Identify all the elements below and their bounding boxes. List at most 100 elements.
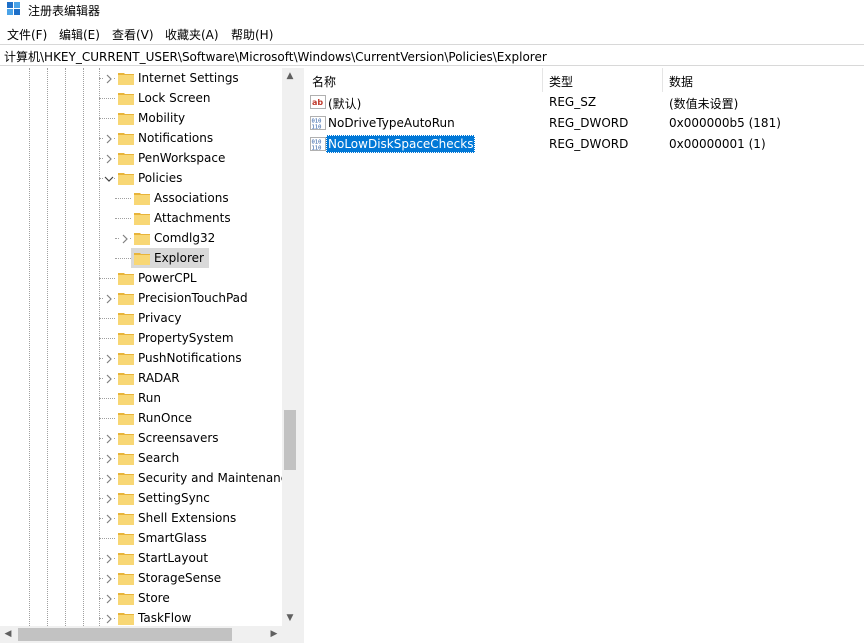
- tree-item[interactable]: Lock Screen: [0, 88, 282, 108]
- value-row[interactable]: 010 110 NoDriveTypeAutoRun REG_DWORD 0x00000…: [304, 113, 864, 134]
- tree-item-label: Mobility: [138, 111, 186, 125]
- chevron-right-icon[interactable]: [104, 553, 114, 564]
- tree-vertical-scrollbar[interactable]: ▲ ▼: [282, 68, 298, 626]
- tree-item-label: StartLayout: [138, 551, 209, 565]
- folder-icon: [118, 451, 134, 465]
- tree-item-label: Shell Extensions: [138, 511, 237, 525]
- column-header-data[interactable]: 数据: [669, 73, 693, 90]
- registry-editor-app-icon: [7, 2, 20, 15]
- list-header: 名称 类型 数据: [304, 68, 864, 92]
- value-row[interactable]: ab (默认) REG_SZ (数值未设置): [304, 92, 864, 113]
- key-tree[interactable]: Internet Settings Lock Screen Mobility Noti…: [0, 68, 298, 626]
- folder-icon: [118, 111, 134, 125]
- value-name[interactable]: (默认): [328, 95, 361, 112]
- tree-item[interactable]: Mobility: [0, 108, 282, 128]
- svg-text:110: 110: [312, 125, 322, 131]
- chevron-down-icon[interactable]: [104, 173, 114, 183]
- svg-text:ab: ab: [312, 98, 323, 107]
- value-list[interactable]: 名称 类型 数据 ab (默认) REG_SZ (数值未设置) 010 110 NoDriv…: [304, 68, 864, 643]
- column-header-type[interactable]: 类型: [549, 73, 573, 90]
- scroll-right-icon[interactable]: ▶: [266, 626, 282, 642]
- chevron-right-icon[interactable]: [104, 153, 114, 164]
- tree-connector: [115, 218, 131, 220]
- scroll-up-icon[interactable]: ▲: [282, 68, 298, 84]
- tree-item[interactable]: PropertySystem: [0, 328, 282, 348]
- tree-item[interactable]: Screensavers: [0, 428, 282, 448]
- tree-hscroll-thumb[interactable]: [18, 628, 232, 641]
- tree-connector: [115, 198, 131, 200]
- address-bar[interactable]: 计算机\HKEY_CURRENT_USER\Software\Microsoft…: [0, 44, 864, 66]
- tree-item[interactable]: StorageSense: [0, 568, 282, 588]
- chevron-right-icon[interactable]: [120, 233, 130, 244]
- value-name[interactable]: NoLowDiskSpaceChecks: [326, 135, 476, 153]
- column-header-name[interactable]: 名称: [312, 73, 336, 90]
- menu-view[interactable]: 查看(V): [112, 26, 154, 43]
- tree-item[interactable]: Privacy: [0, 308, 282, 328]
- folder-icon: [118, 171, 134, 185]
- tree-item[interactable]: Shell Extensions: [0, 508, 282, 528]
- tree-item[interactable]: TaskFlow: [0, 608, 282, 626]
- tree-item-label: StorageSense: [138, 571, 222, 585]
- chevron-right-icon[interactable]: [104, 73, 114, 84]
- tree-item[interactable]: SmartGlass: [0, 528, 282, 548]
- value-name[interactable]: NoDriveTypeAutoRun: [328, 116, 455, 130]
- folder-icon: [118, 531, 134, 545]
- menu-favorites[interactable]: 收藏夹(A): [165, 26, 219, 43]
- folder-icon: [134, 251, 150, 265]
- chevron-right-icon[interactable]: [104, 473, 114, 484]
- tree-item[interactable]: Security and Maintenance: [0, 468, 295, 488]
- tree-item[interactable]: Search: [0, 448, 282, 468]
- folder-icon: [118, 391, 134, 405]
- chevron-right-icon[interactable]: [104, 513, 114, 524]
- column-divider[interactable]: [542, 68, 543, 92]
- tree-item[interactable]: Notifications: [0, 128, 282, 148]
- tree-item-label: SettingSync: [138, 491, 210, 505]
- chevron-right-icon[interactable]: [104, 453, 114, 464]
- tree-item[interactable]: PrecisionTouchPad: [0, 288, 282, 308]
- tree-item-label: Notifications: [138, 131, 214, 145]
- tree-connector: [99, 318, 115, 320]
- chevron-right-icon[interactable]: [104, 293, 114, 304]
- chevron-right-icon[interactable]: [104, 493, 114, 504]
- chevron-right-icon[interactable]: [104, 133, 114, 144]
- chevron-right-icon[interactable]: [104, 373, 114, 384]
- folder-icon: [118, 611, 134, 625]
- tree-item[interactable]: Policies: [0, 168, 282, 188]
- tree-item[interactable]: PushNotifications: [0, 348, 282, 368]
- tree-scroll-thumb[interactable]: [284, 410, 296, 470]
- tree-item[interactable]: Store: [0, 588, 282, 608]
- chevron-right-icon[interactable]: [104, 613, 114, 624]
- tree-item[interactable]: SettingSync: [0, 488, 282, 508]
- value-row[interactable]: 010 110 NoLowDiskSpaceChecks REG_DWORD 0x000…: [304, 134, 864, 155]
- tree-horizontal-scrollbar[interactable]: ◀ ▶: [0, 626, 282, 643]
- chevron-right-icon[interactable]: [104, 353, 114, 364]
- menu-help[interactable]: 帮助(H): [231, 26, 273, 43]
- scroll-left-icon[interactable]: ◀: [0, 626, 16, 642]
- folder-icon: [118, 351, 134, 365]
- tree-item[interactable]: Explorer: [0, 248, 282, 268]
- menu-edit[interactable]: 编辑(E): [59, 26, 100, 43]
- tree-item[interactable]: PowerCPL: [0, 268, 282, 288]
- value-type: REG_DWORD: [549, 116, 629, 130]
- chevron-right-icon[interactable]: [104, 433, 114, 444]
- tree-item[interactable]: PenWorkspace: [0, 148, 282, 168]
- folder-icon: [118, 311, 134, 325]
- tree-item[interactable]: RADAR: [0, 368, 282, 388]
- tree-item-label: RADAR: [138, 371, 180, 385]
- tree-item[interactable]: RunOnce: [0, 408, 282, 428]
- menu-file[interactable]: 文件(F): [7, 26, 47, 43]
- tree-item[interactable]: Attachments: [0, 208, 282, 228]
- address-path[interactable]: 计算机\HKEY_CURRENT_USER\Software\Microsoft…: [4, 48, 547, 65]
- tree-item[interactable]: Internet Settings: [0, 68, 282, 88]
- chevron-right-icon[interactable]: [104, 593, 114, 604]
- folder-icon: [118, 491, 134, 505]
- value-data: 0x000000b5 (181): [669, 116, 781, 130]
- tree-item[interactable]: Comdlg32: [0, 228, 282, 248]
- chevron-right-icon[interactable]: [104, 573, 114, 584]
- folder-icon: [118, 431, 134, 445]
- tree-item[interactable]: Associations: [0, 188, 282, 208]
- scroll-down-icon[interactable]: ▼: [282, 610, 298, 626]
- column-divider[interactable]: [662, 68, 663, 92]
- tree-item[interactable]: Run: [0, 388, 282, 408]
- tree-item[interactable]: StartLayout: [0, 548, 282, 568]
